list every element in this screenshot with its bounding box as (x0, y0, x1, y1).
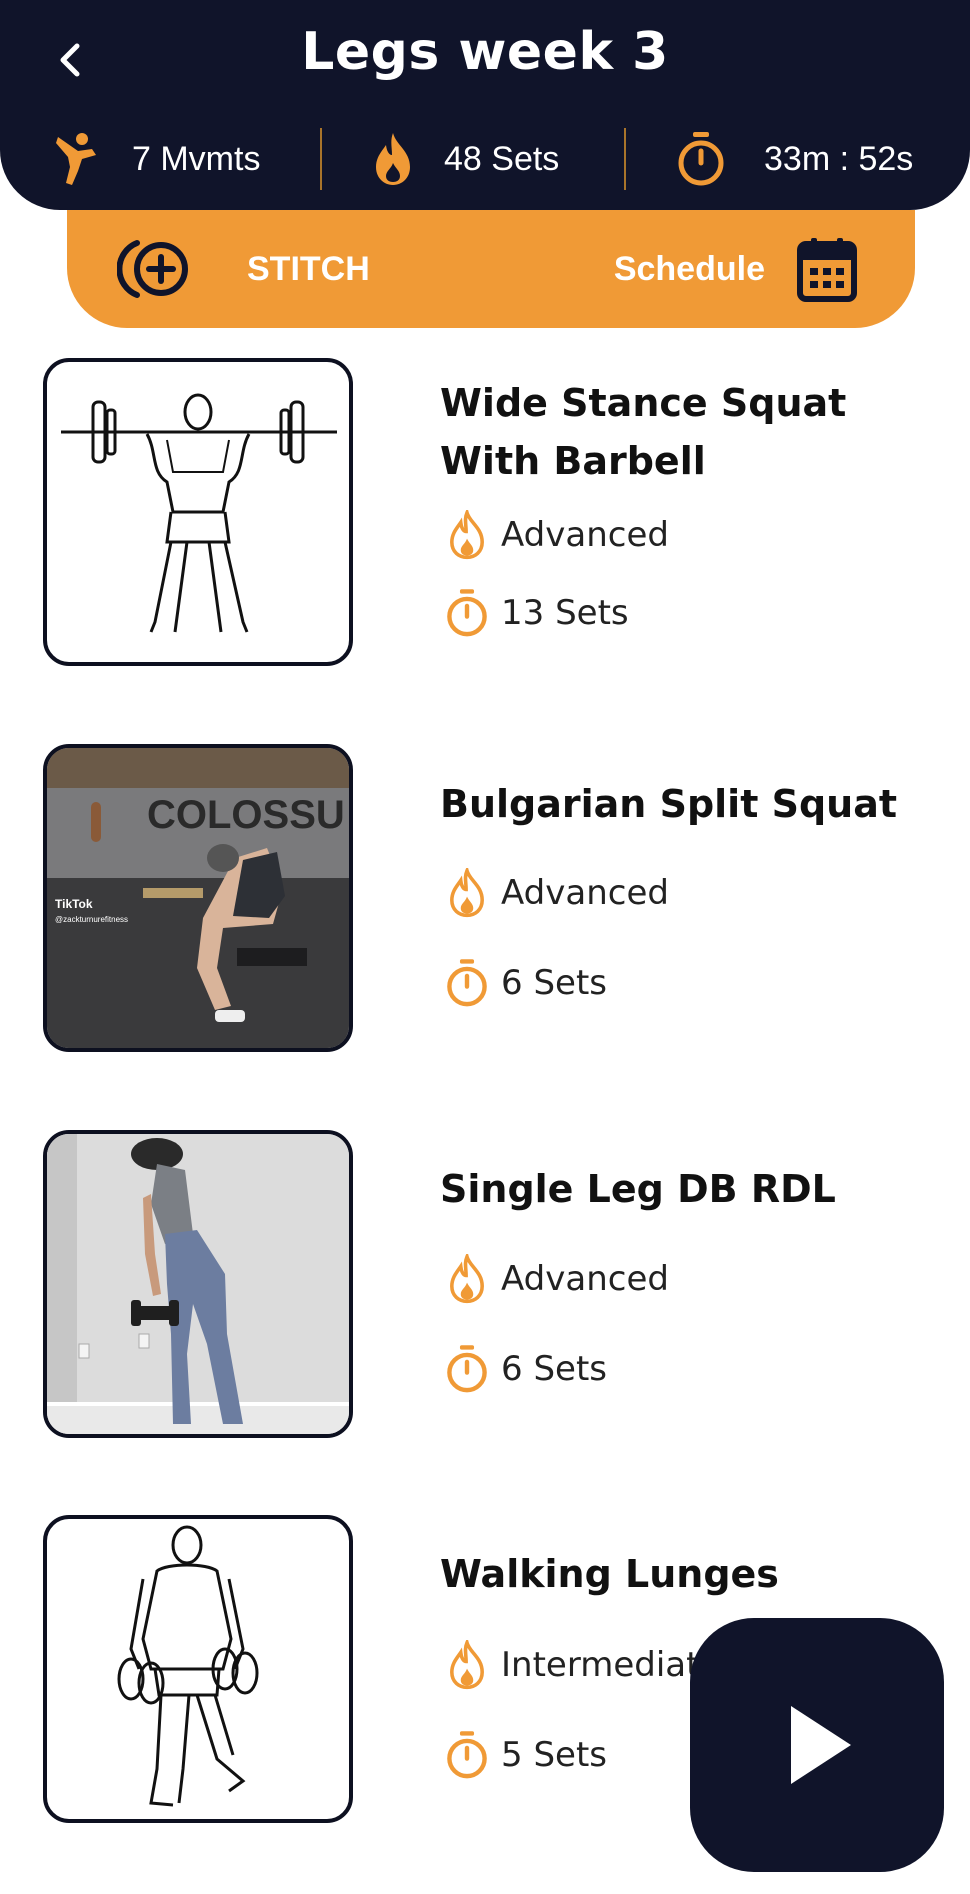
movements-count: 7 Mvmts (132, 139, 261, 178)
play-icon (791, 1706, 851, 1784)
exercise-level: Advanced (445, 510, 669, 560)
exercise-name: Wide Stance Squat With Barbell (440, 381, 847, 483)
exercise-thumbnail[interactable] (43, 1130, 353, 1438)
exercise-thumbnail[interactable] (43, 1515, 353, 1823)
exercise-sets: 6 Sets (445, 958, 607, 1008)
flame-icon (376, 133, 410, 185)
exercise-level: Advanced (445, 1254, 669, 1304)
stat-duration: 33m : 52s (626, 128, 913, 190)
exercise-level: Advanced (445, 868, 669, 918)
sets-label: 13 Sets (501, 593, 629, 633)
flame-icon (450, 1254, 484, 1304)
stopwatch-icon (447, 1345, 487, 1393)
exercise-thumbnail[interactable]: COLOSSU TikTok @zackturnurefitness (43, 744, 353, 1052)
tiktok-watermark: TikTok (55, 897, 93, 911)
svg-text:COLOSSU: COLOSSU (147, 793, 345, 837)
schedule-label: Schedule (613, 249, 765, 288)
stat-movements: 7 Mvmts (0, 128, 320, 190)
stitch-plus-icon (117, 240, 188, 298)
exercise-level: Intermediate (445, 1640, 720, 1690)
stat-sets: 48 Sets (322, 128, 624, 190)
barbell-squat-illustration (61, 393, 337, 633)
flame-icon (450, 1640, 484, 1690)
stopwatch-icon (447, 959, 487, 1007)
stitch-label: STITCH (247, 249, 370, 288)
duration-value: 33m : 52s (764, 139, 914, 178)
stitch-button[interactable]: STITCH (117, 234, 370, 304)
calendar-icon (797, 238, 857, 302)
flame-icon (450, 868, 484, 918)
header-bar: Legs week 3 7 Mvmts 48 Sets 33m : 52s (0, 0, 970, 210)
level-label: Advanced (501, 515, 669, 555)
exercise-sets: 13 Sets (445, 588, 629, 638)
schedule-button[interactable]: Schedule (614, 232, 857, 306)
dumbbell-lunge-illustration (117, 1525, 259, 1807)
workout-stats: 7 Mvmts 48 Sets 33m : 52s (0, 128, 970, 190)
sets-count: 48 Sets (444, 139, 560, 178)
sets-label: 6 Sets (501, 1349, 607, 1389)
exercise-sets: 6 Sets (445, 1344, 607, 1394)
exercise-name: Single Leg DB RDL (440, 1167, 836, 1211)
level-label: Advanced (501, 1259, 669, 1299)
kick-icon (56, 133, 96, 185)
exercise-sets: 5 Sets (445, 1730, 607, 1780)
exercise-thumbnail[interactable] (43, 358, 353, 666)
action-bar: STITCH Schedule (67, 210, 915, 328)
play-button[interactable] (690, 1618, 944, 1872)
video-photo: COLOSSU TikTok @zackturnurefitness (47, 748, 349, 1048)
video-photo (47, 1134, 349, 1434)
level-label: Intermediate (501, 1645, 721, 1685)
stopwatch-icon (447, 589, 487, 637)
stopwatch-icon (447, 1731, 487, 1779)
page-title: Legs week 3 (301, 22, 669, 82)
sets-label: 5 Sets (501, 1735, 607, 1775)
exercise-name: Bulgarian Split Squat (440, 782, 898, 826)
stopwatch-icon (678, 132, 724, 186)
exercise-name: Walking Lunges (440, 1552, 779, 1596)
level-label: Advanced (501, 873, 669, 913)
tiktok-username: @zackturnurefitness (55, 915, 128, 924)
sets-label: 6 Sets (501, 963, 607, 1003)
flame-icon (450, 510, 484, 560)
